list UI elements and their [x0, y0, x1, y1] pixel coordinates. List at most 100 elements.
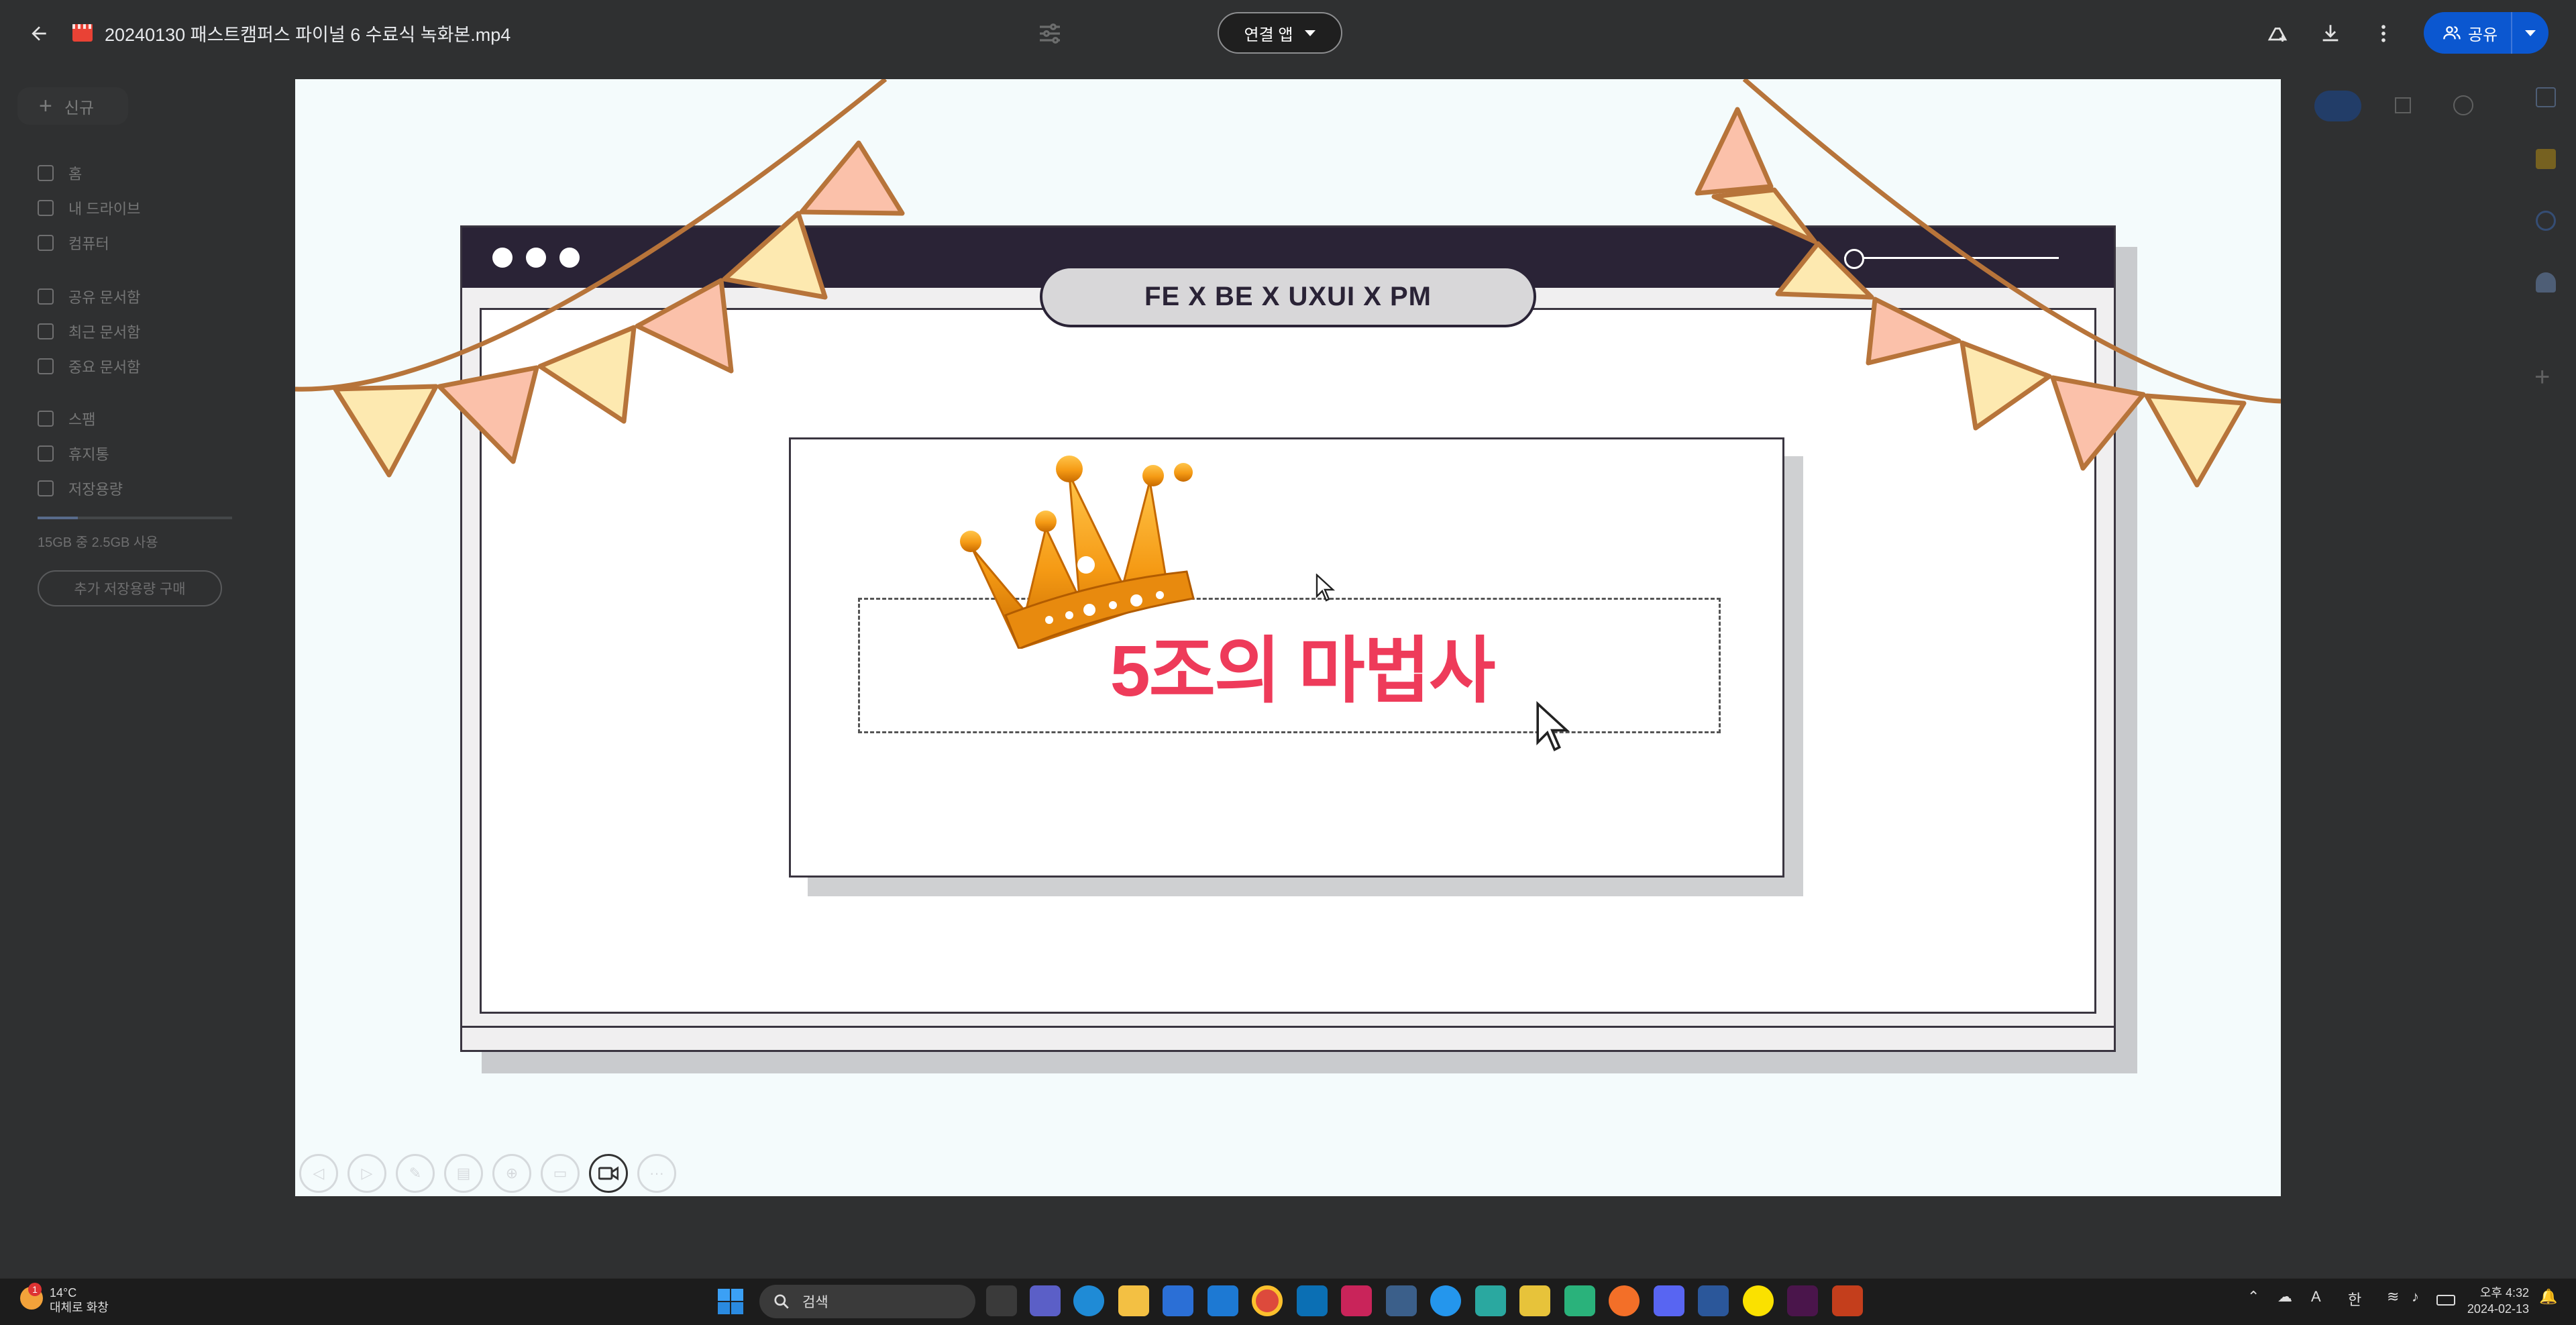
buy-storage-button: 추가 저장용량 구매: [38, 570, 222, 606]
calendar-app-icon[interactable]: [1475, 1285, 1506, 1316]
chevron-right-icon: ▷: [361, 1165, 373, 1181]
intellij-icon[interactable]: [1341, 1285, 1372, 1316]
sidebar-item-recent: 최근 문서함: [38, 318, 140, 345]
open-with-label: 연결 앱: [1244, 25, 1293, 44]
trash-icon: [38, 445, 54, 462]
sidebar-item-label: 휴지통: [68, 446, 109, 463]
sidebar-item-storage: 저장용량: [38, 475, 123, 502]
slack-icon[interactable]: [1787, 1285, 1818, 1316]
weather-temp: 14°C: [50, 1286, 77, 1300]
tasks-icon: [2536, 211, 2556, 231]
back-button[interactable]: [20, 15, 58, 52]
subtitles-button[interactable]: ▭: [541, 1154, 580, 1193]
sidebar-item-my-drive: 내 드라이브: [38, 195, 140, 221]
notification-bell-icon[interactable]: 🔔: [2539, 1288, 2557, 1306]
app-icon[interactable]: [1386, 1285, 1417, 1316]
file-explorer-icon[interactable]: [1118, 1285, 1149, 1316]
chrome-icon[interactable]: [1252, 1285, 1283, 1316]
chevron-up-icon[interactable]: ⌃: [2247, 1288, 2259, 1306]
word-icon[interactable]: [1698, 1285, 1729, 1316]
powerpoint-icon[interactable]: [1832, 1285, 1863, 1316]
kakaotalk-icon[interactable]: [1743, 1285, 1774, 1316]
people-icon: [2443, 26, 2461, 40]
grid-view-icon: [2395, 97, 2411, 113]
star-icon: [38, 358, 54, 374]
share-label: 공유: [2468, 25, 2498, 44]
next-slide-button[interactable]: ▷: [347, 1154, 386, 1193]
notes-icon[interactable]: [1519, 1285, 1550, 1316]
prev-slide-button[interactable]: ◁: [299, 1154, 338, 1193]
ime-mode-a[interactable]: A: [2311, 1288, 2321, 1306]
open-with-button[interactable]: 연결 앱: [1218, 12, 1342, 54]
calendar-icon: [2536, 87, 2556, 107]
start-button[interactable]: [718, 1289, 743, 1314]
drive-icon: [38, 200, 54, 216]
more-horiz-icon: ···: [649, 1165, 664, 1181]
weather-widget[interactable]: 14°C 대체로 화창: [50, 1285, 109, 1315]
share-options-button[interactable]: [2511, 12, 2548, 54]
zoom-icon: ⊕: [505, 1165, 519, 1181]
list-view-icon: [2314, 91, 2361, 121]
task-view-icon[interactable]: [986, 1285, 1017, 1316]
add-to-drive-button[interactable]: [2263, 19, 2292, 48]
slides-icon: ▤: [456, 1165, 471, 1181]
chevron-down-icon: [1305, 30, 1316, 36]
sidebar-item-label: 중요 문서함: [68, 359, 141, 376]
sidebar-item-starred: 중요 문서함: [38, 353, 140, 380]
sidebar-item-computers: 컴퓨터: [38, 229, 109, 256]
computer-icon: [38, 235, 54, 251]
more-vert-icon: [2381, 25, 2385, 42]
arrow-left-icon: [32, 26, 46, 41]
taskbar-search[interactable]: 검색: [759, 1285, 975, 1318]
pen-icon: ✎: [409, 1165, 422, 1181]
pen-button[interactable]: ✎: [396, 1154, 435, 1193]
ime-mode-han[interactable]: 한: [2348, 1288, 2361, 1310]
docker-icon[interactable]: [1430, 1285, 1461, 1316]
taskbar-clock[interactable]: 오후 4:32 2024-02-13: [2462, 1285, 2529, 1317]
video-player[interactable]: FE X BE X UXUI X PM 5조의 마법사 ◁ ▷ ✎ ▤ ⊕ ▭ …: [295, 79, 2281, 1196]
battery-icon[interactable]: [2436, 1295, 2455, 1306]
storage-text: 15GB 중 2.5GB 사용: [38, 535, 158, 550]
more-actions-button[interactable]: [2369, 19, 2398, 48]
discord-icon[interactable]: [1654, 1285, 1684, 1316]
sidebar-item-label: 내 드라이브: [68, 201, 141, 217]
sourcetree-icon[interactable]: [1564, 1285, 1595, 1316]
clock-date: 2024-02-13: [2467, 1302, 2529, 1316]
weather-desc: 대체로 화창: [50, 1301, 109, 1314]
edge-icon[interactable]: [1073, 1285, 1104, 1316]
subtitles-icon: ▭: [553, 1165, 568, 1181]
vscode-icon[interactable]: [1297, 1285, 1328, 1316]
sidebar: 홈 내 드라이브 컴퓨터 공유 문서함 최근 문서함 중요 문서함 스팸 휴지통…: [0, 67, 241, 606]
sidebar-item-label: 컴퓨터: [68, 235, 109, 252]
sidebar-item-shared: 공유 문서함: [38, 283, 140, 310]
onedrive-icon[interactable]: ☁: [2277, 1288, 2292, 1306]
volume-icon[interactable]: ♪: [2412, 1288, 2419, 1306]
sidebar-item-trash: 휴지통: [38, 440, 109, 467]
notification-badge: 1: [28, 1283, 42, 1296]
download-button[interactable]: [2316, 19, 2345, 48]
slides-button[interactable]: ▤: [444, 1154, 483, 1193]
sidebar-item-label: 홈: [68, 166, 83, 182]
info-icon: [2453, 95, 2473, 115]
mail-icon[interactable]: [1208, 1285, 1238, 1316]
windows-taskbar: 1 14°C 대체로 화창 검색 ⌃ ☁ A 한 ≋ ♪ 오후 4:32 202…: [0, 1278, 2576, 1325]
zoom-button[interactable]: ⊕: [492, 1154, 531, 1193]
download-icon: [2322, 25, 2339, 42]
sidebar-item-label: 저장용량: [68, 481, 123, 498]
store-icon[interactable]: [1163, 1285, 1193, 1316]
video-camera-icon: [598, 1166, 619, 1181]
share-button[interactable]: 공유: [2424, 12, 2548, 54]
file-title: 20240130 패스트캠퍼스 파이널 6 수료식 녹화본.mp4: [105, 25, 511, 45]
more-options-button[interactable]: ···: [637, 1154, 676, 1193]
home-icon: [38, 165, 54, 181]
teams-icon[interactable]: [1030, 1285, 1061, 1316]
postman-icon[interactable]: [1609, 1285, 1640, 1316]
bunting-decoration: [295, 79, 2281, 488]
filter-icon[interactable]: [1036, 20, 1063, 47]
chevron-left-icon: ◁: [313, 1165, 325, 1181]
camera-button[interactable]: [589, 1154, 628, 1193]
add-addon-icon: +: [2534, 362, 2551, 392]
wifi-icon[interactable]: ≋: [2387, 1288, 2399, 1306]
storage-bar: [38, 517, 232, 519]
sidebar-item-label: 스팸: [68, 411, 96, 428]
